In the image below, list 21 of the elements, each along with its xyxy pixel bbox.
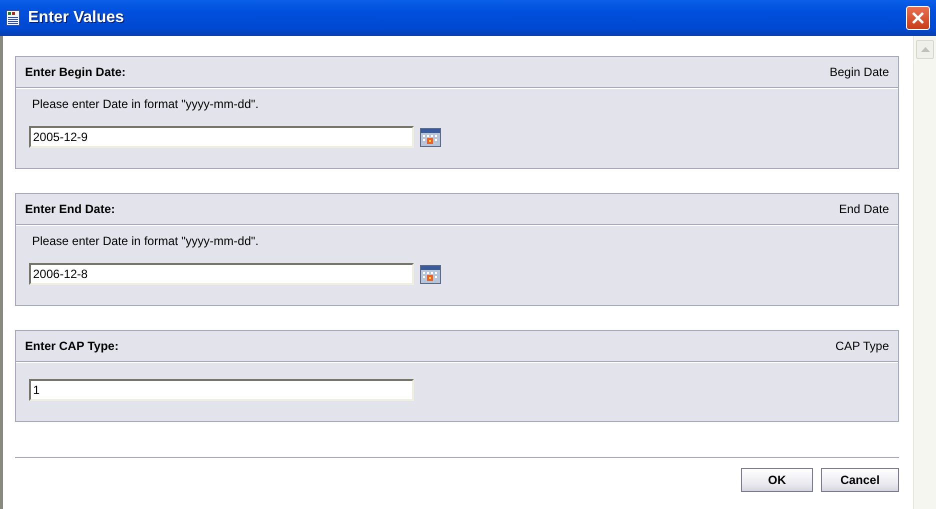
window-title: Enter Values	[28, 9, 124, 27]
format-hint: Please enter Date in format "yyyy-mm-dd".	[32, 234, 260, 248]
calendar-icon[interactable]	[420, 264, 441, 284]
scrollbar[interactable]	[913, 36, 936, 509]
input-field[interactable]: 1	[29, 379, 414, 401]
calendar-icon[interactable]	[420, 128, 441, 146]
date-field[interactable]: 2006-12-8	[29, 263, 414, 285]
section-title: Enter Begin Date:	[25, 65, 126, 79]
section-name: Begin Date	[830, 65, 889, 79]
cancel-button[interactable]: Cancel	[821, 468, 899, 492]
close-button[interactable]	[906, 6, 930, 30]
close-icon	[911, 11, 925, 25]
section-title: Enter CAP Type:	[25, 339, 119, 353]
section-title: Enter End Date:	[25, 202, 116, 216]
ok-button[interactable]: OK	[741, 468, 813, 492]
date-field[interactable]: 2005-12-9	[29, 126, 414, 148]
section-name: CAP Type	[835, 339, 889, 353]
format-hint: Please enter Date in format "yyyy-mm-dd".	[32, 97, 260, 111]
caret-icon	[920, 47, 930, 52]
document-icon	[6, 10, 20, 26]
section-name: End Date	[838, 202, 889, 216]
